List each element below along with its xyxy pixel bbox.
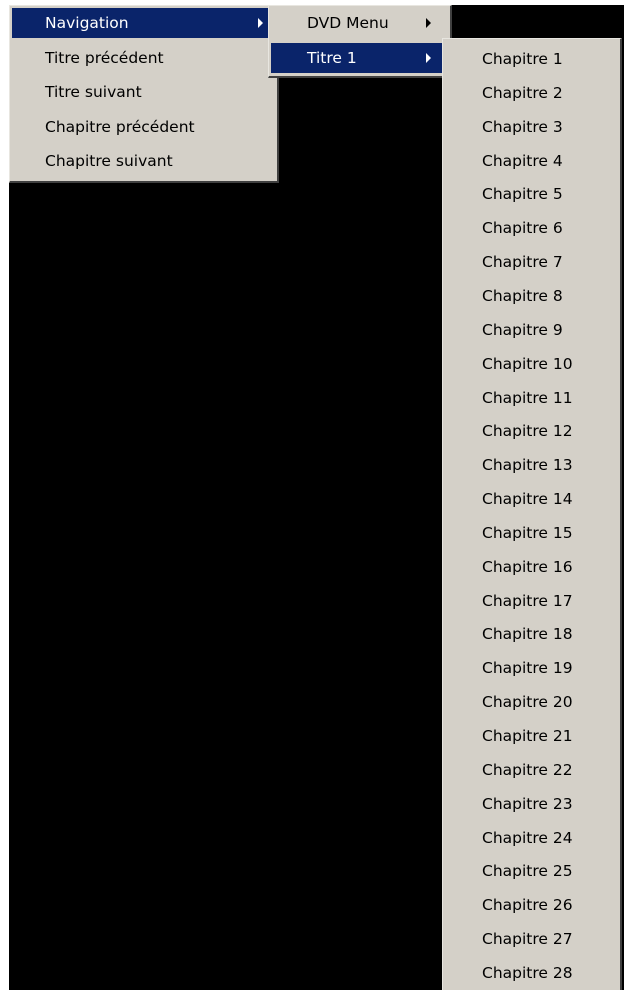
menu-item-chapter[interactable]: Chapitre 16 xyxy=(446,551,618,584)
menu-item-label: Chapitre 20 xyxy=(482,693,573,712)
menu-item-chapter[interactable]: Chapitre 2 xyxy=(446,77,618,110)
menu-item-chapter[interactable]: Chapitre 8 xyxy=(446,280,618,313)
menu-item-label: Chapitre 14 xyxy=(482,490,573,509)
menu-item-label: Chapitre 7 xyxy=(482,253,563,272)
menu-item-chapter[interactable]: Chapitre 7 xyxy=(446,246,618,279)
menu-item-chapter[interactable]: Chapitre 22 xyxy=(446,754,618,787)
menu-item-label: Chapitre 15 xyxy=(482,523,573,542)
menu-item-chapter[interactable]: Chapitre 27 xyxy=(446,923,618,956)
submenu-arrow-icon xyxy=(426,18,431,28)
menu-item-label: Chapitre 11 xyxy=(482,388,573,407)
menu-item-chapter[interactable]: Chapitre 28 xyxy=(446,957,618,990)
menu-item-label: Chapitre 27 xyxy=(482,930,573,949)
menu-item-label: Chapitre précédent xyxy=(45,118,195,136)
menu-item-label: Chapitre 5 xyxy=(482,185,563,204)
menu-item-dvd-menu[interactable]: DVD Menu xyxy=(271,8,445,38)
menu-item-label: Chapitre 18 xyxy=(482,625,573,644)
menu-item-chapter[interactable]: Chapitre 6 xyxy=(446,212,618,245)
menu-item-previous-chapter[interactable]: Chapitre précédent xyxy=(12,112,276,142)
menu-item-label: Chapitre 4 xyxy=(482,151,563,170)
menu-item-label: Chapitre 25 xyxy=(482,862,573,881)
menu-item-chapter[interactable]: Chapitre 18 xyxy=(446,618,618,651)
menu-item-chapter[interactable]: Chapitre 24 xyxy=(446,822,618,855)
menu-item-label: Chapitre 23 xyxy=(482,794,573,813)
menu-item-label: Chapitre 22 xyxy=(482,760,573,779)
menu-item-chapter[interactable]: Chapitre 9 xyxy=(446,314,618,347)
menu-item-label: Chapitre 13 xyxy=(482,456,573,475)
menu-item-chapter[interactable]: Chapitre 20 xyxy=(446,686,618,719)
menu-item-chapter[interactable]: Chapitre 26 xyxy=(446,889,618,922)
menu-item-label: Chapitre suivant xyxy=(45,152,173,170)
menu-item-label: Chapitre 26 xyxy=(482,896,573,915)
menu-item-label: Chapitre 3 xyxy=(482,117,563,136)
menu-item-label: Chapitre 21 xyxy=(482,727,573,745)
menu-item-label: Chapitre 2 xyxy=(482,83,563,102)
menu-item-next-chapter[interactable]: Chapitre suivant xyxy=(12,146,276,176)
menu-item-next-title[interactable]: Titre suivant xyxy=(12,77,276,107)
menu-item-label: Titre précédent xyxy=(45,49,164,67)
menu-item-navigation[interactable]: Navigation xyxy=(12,8,276,38)
menu-item-label: Chapitre 19 xyxy=(482,659,573,678)
menu-item-chapter[interactable]: Chapitre 14 xyxy=(446,483,618,516)
menu-item-chapter[interactable]: Chapitre 11 xyxy=(446,382,618,415)
menu-item-chapter[interactable]: Chapitre 1 xyxy=(446,43,618,76)
menu-item-label: DVD Menu xyxy=(307,14,389,32)
menu-item-chapter[interactable]: Chapitre 4 xyxy=(446,145,618,178)
menu-item-label: Chapitre 28 xyxy=(482,963,573,982)
menu-item-label: Titre 1 xyxy=(307,49,357,67)
menu-item-chapter[interactable]: Chapitre 13 xyxy=(446,449,618,482)
menu-item-label: Titre suivant xyxy=(45,83,142,101)
menu-item-label: Chapitre 10 xyxy=(482,354,573,373)
menu-item-chapter[interactable]: Chapitre 12 xyxy=(446,415,618,448)
menu-item-title-1[interactable]: Titre 1 xyxy=(271,43,445,73)
menu-item-chapter[interactable]: Chapitre 5 xyxy=(446,178,618,211)
chapter-submenu: Chapitre 1 Chapitre 2 Chapitre 3 Chapitre 4… xyxy=(442,38,622,990)
menu-item-label: Navigation xyxy=(45,14,129,32)
menu-item-label: Chapitre 17 xyxy=(482,591,573,610)
menu-item-label: Chapitre 12 xyxy=(482,422,573,441)
menu-item-chapter[interactable]: Chapitre 10 xyxy=(446,348,618,381)
submenu-arrow-icon xyxy=(426,53,431,63)
menu-item-previous-title[interactable]: Titre précédent xyxy=(12,43,276,73)
menu-item-label: Chapitre 9 xyxy=(482,320,563,339)
menu-item-label: Chapitre 16 xyxy=(482,557,573,576)
menu-item-chapter[interactable]: Chapitre 23 xyxy=(446,788,618,821)
menu-item-label: Chapitre 24 xyxy=(482,828,573,847)
menu-item-label: Chapitre 8 xyxy=(482,286,563,305)
menu-item-chapter[interactable]: Chapitre 15 xyxy=(446,517,618,550)
menu-item-chapter[interactable]: Chapitre 19 xyxy=(446,652,618,685)
menu-item-chapter[interactable]: Chapitre 17 xyxy=(446,585,618,618)
menu-item-chapter[interactable]: Chapitre 25 xyxy=(446,855,618,888)
menu-item-chapter[interactable]: Chapitre 3 xyxy=(446,111,618,144)
context-menu: Navigation Titre précédent Titre suivant… xyxy=(9,5,279,183)
navigation-submenu: DVD Menu Titre 1 xyxy=(268,5,452,78)
menu-item-label: Chapitre 1 xyxy=(482,50,563,68)
submenu-arrow-icon xyxy=(258,18,263,28)
menu-item-chapter[interactable]: Chapitre 21 xyxy=(446,720,618,753)
menu-item-label: Chapitre 6 xyxy=(482,219,563,238)
